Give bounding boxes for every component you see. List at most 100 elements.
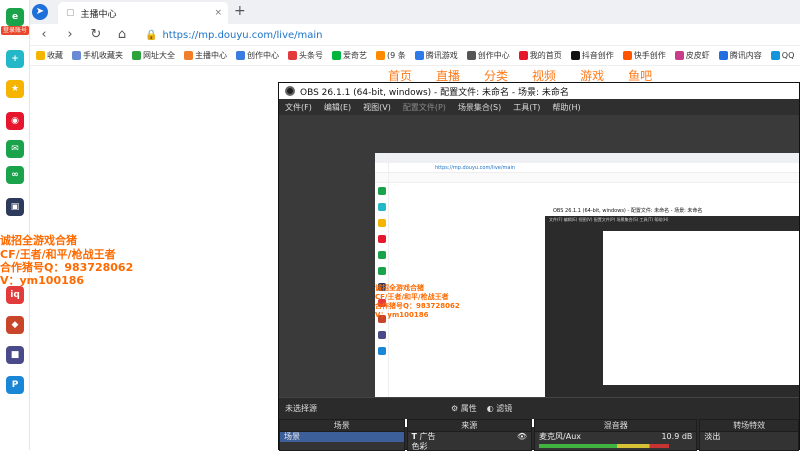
nested-sidebar-icon <box>378 235 386 243</box>
game-icon[interactable]: ▣ <box>6 198 24 216</box>
bookmark-favicon-icon <box>718 51 728 60</box>
source-item-ad[interactable]: T 广告 👁 <box>408 432 532 442</box>
tab-douyu-center[interactable]: ▢ 主播中心 × <box>58 2 228 24</box>
obs-menu-item[interactable]: 帮助(H) <box>552 102 580 113</box>
bookmark-label: 快手创作 <box>633 51 666 60</box>
bookmark-item[interactable]: 创作中心 <box>466 50 510 61</box>
bookmark-item[interactable]: 腾讯内容 <box>718 50 762 61</box>
eye-icon[interactable]: 👁 <box>517 432 531 442</box>
bookmark-favicon-icon <box>674 51 684 60</box>
bookmark-item[interactable]: 皮皮虾 <box>674 50 710 61</box>
secure-lock-icon: 🔒 <box>145 30 158 41</box>
mixer-dock: 混音器 麦克风/Aux 10.9 dB <box>534 419 698 451</box>
bookmark-favicon-icon <box>466 51 476 60</box>
transitions-dock: 转场特效 淡出 <box>699 419 799 451</box>
obs-menu-item[interactable]: 配置文件(P) <box>403 102 446 113</box>
filters-button[interactable]: ◐ 滤镜 <box>487 403 513 414</box>
bookmark-item[interactable]: 手机收藏夹 <box>72 50 123 61</box>
obs-title-bar: OBS 26.1.1 (64-bit, windows) - 配置文件: 未命名… <box>279 83 799 99</box>
nested-sidebar-icon <box>378 219 386 227</box>
scene-item[interactable]: 场景 <box>280 432 404 442</box>
bookmark-label: 收藏 <box>47 51 63 60</box>
nested-obs-window: OBS 26.1.1 (64-bit, windows) - 配置文件: 未命名… <box>545 207 799 427</box>
obs-window[interactable]: OBS 26.1.1 (64-bit, windows) - 配置文件: 未命名… <box>278 82 800 451</box>
browser-menu-icon[interactable]: ➤ <box>32 4 48 20</box>
page-icon: ▢ <box>66 8 75 18</box>
bookmark-item[interactable]: QQ <box>770 51 794 60</box>
obs-docks: 场景 场景 来源 T 广告 👁 色彩 混音器 麦克风/Aux 10.9 dB 转场… <box>279 419 799 451</box>
address-bar[interactable]: 🔒 https://mp.douyu.com/live/main <box>145 27 795 44</box>
nested-tab-bar <box>375 153 799 163</box>
audio-meter <box>539 444 670 448</box>
bookmark-favicon-icon <box>332 51 341 60</box>
plus-app-icon[interactable]: + <box>6 50 24 68</box>
bookmark-item[interactable]: 抖音创作 <box>570 50 614 61</box>
bookmark-label: 主播中心 <box>195 51 227 60</box>
obs-menu-bar: 文件(F) 编辑(E) 视图(V) 配置文件(P) 场景集合(S) 工具(T) 帮助(H) <box>279 99 799 115</box>
close-tab-icon[interactable]: × <box>214 8 222 18</box>
cloud-icon[interactable]: ∞ <box>6 166 24 184</box>
nested-bookmarks-bar <box>375 173 799 183</box>
iqiyi-icon[interactable]: iq <box>6 286 24 304</box>
bookmark-favicon-icon <box>36 51 45 60</box>
obs-menu-item[interactable]: 工具(T) <box>513 102 540 113</box>
game3-icon[interactable]: ■ <box>6 346 24 364</box>
login-badge[interactable]: 登录账号 <box>1 26 29 35</box>
bookmark-item[interactable]: 腾讯游戏 <box>414 50 458 61</box>
bookmark-item[interactable]: 主播中心 <box>184 50 227 61</box>
sources-dock: 来源 T 广告 👁 色彩 <box>406 419 533 452</box>
properties-button[interactable]: ⚙ 属性 <box>451 403 477 414</box>
forward-button[interactable]: › <box>62 27 78 43</box>
bookmark-favicon-icon <box>622 51 632 60</box>
star-icon[interactable]: ★ <box>6 80 24 98</box>
transition-item[interactable]: 淡出 <box>700 432 798 442</box>
ie-logo-icon[interactable]: e <box>6 8 24 26</box>
p-app-icon[interactable]: P <box>6 376 24 394</box>
bookmark-favicon-icon <box>132 51 141 60</box>
obs-menu-item[interactable]: 视图(V) <box>363 102 391 113</box>
nested-deeper-capture <box>603 231 799 385</box>
new-tab-button[interactable]: + <box>234 3 246 19</box>
bookmark-label: 爱奇艺 <box>343 51 367 60</box>
nested-sidebar-icon <box>378 251 386 259</box>
bookmark-item[interactable]: 收藏 <box>36 50 63 61</box>
tab-title: 主播中心 <box>80 9 117 20</box>
navigation-bar: ‹ › ↻ ⌂ 🔒 https://mp.douyu.com/live/main <box>30 24 800 46</box>
bookmark-favicon-icon <box>518 51 528 60</box>
obs-preview-canvas[interactable]: https://mp.douyu.com/live/main 诚招全游戏合猪 C… <box>279 115 799 427</box>
bookmark-favicon-icon <box>570 51 580 60</box>
game2-icon[interactable]: ◆ <box>6 316 24 334</box>
bookmark-item[interactable]: 头条号 <box>288 50 323 61</box>
filter-icon: ◐ <box>486 404 494 413</box>
mail-icon[interactable]: ✉ <box>6 140 24 158</box>
nested-obs-menu: 文件(F) 编辑(E) 视图(V) 配置文件(P) 场景集合(S) 工具(T) … <box>549 217 669 222</box>
bookmark-label: 我的首页 <box>529 51 562 60</box>
bookmark-favicon-icon <box>236 51 245 60</box>
bookmark-item[interactable]: (9 条 <box>376 50 406 61</box>
scenes-header: 场景 <box>280 420 404 432</box>
home-button[interactable]: ⌂ <box>114 27 130 43</box>
obs-logo-icon <box>285 86 295 96</box>
obs-menu-item[interactable]: 文件(F) <box>285 102 312 113</box>
bookmark-item[interactable]: 爱奇艺 <box>332 50 367 61</box>
obs-menu-item[interactable]: 编辑(E) <box>324 102 351 113</box>
nested-promo-4: V：ym100186 <box>375 311 429 319</box>
bookmark-favicon-icon <box>414 51 424 60</box>
source-item-color[interactable]: 色彩 <box>408 442 532 452</box>
bookmark-item[interactable]: 创作中心 <box>236 50 279 61</box>
reload-button[interactable]: ↻ <box>88 27 104 43</box>
no-source-label: 未选择源 <box>285 404 317 413</box>
obs-window-title: OBS 26.1.1 (64-bit, windows) - 配置文件: 未命名… <box>300 87 569 98</box>
back-button[interactable]: ‹ <box>36 27 52 43</box>
bookmark-label: 腾讯游戏 <box>425 51 458 60</box>
bookmark-item[interactable]: 网址大全 <box>132 50 175 61</box>
transitions-header: 转场特效 <box>700 420 798 432</box>
bookmark-item[interactable]: 我的首页 <box>518 50 562 61</box>
obs-menu-item[interactable]: 场景集合(S) <box>458 102 501 113</box>
weibo-icon[interactable]: ◉ <box>6 112 24 130</box>
bookmark-favicon-icon <box>376 51 385 60</box>
bookmarks-bar: 收藏 手机收藏夹 网址大全 主播中心 创作中心 头条号 爱奇艺 (9 条 腾讯游戏 创作中心 我的首… <box>30 46 800 66</box>
nested-sidebar-icon <box>378 187 386 195</box>
text-source-icon: T <box>411 432 417 441</box>
bookmark-item[interactable]: 快手创作 <box>622 50 666 61</box>
